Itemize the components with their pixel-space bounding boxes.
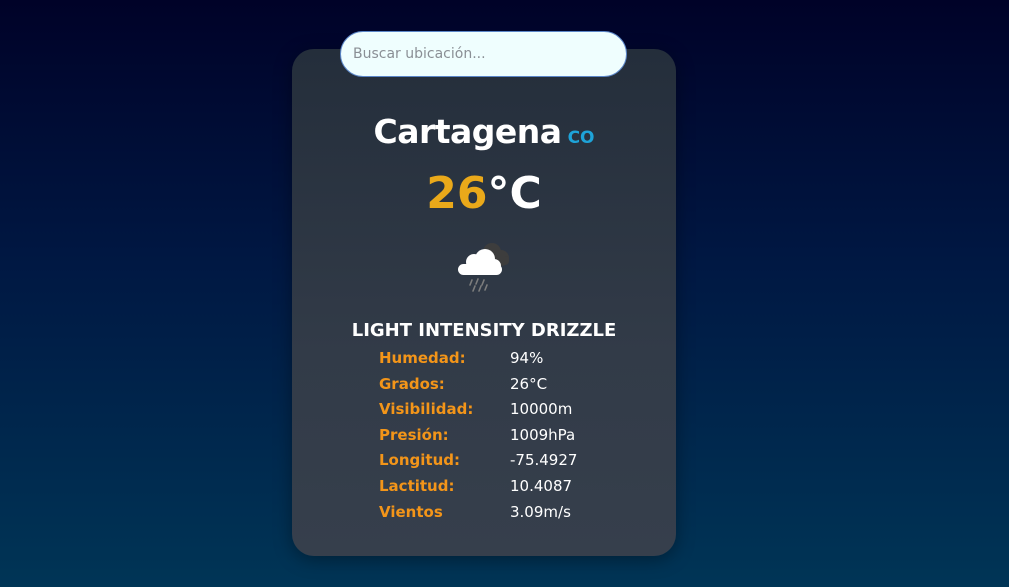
- temperature-value: 26: [426, 168, 488, 219]
- detail-label: Humedad:: [379, 349, 466, 367]
- detail-row-visibility: Visibilidad: 10000m: [379, 397, 639, 423]
- temperature-unit: °C: [487, 168, 542, 219]
- detail-row-wind: Vientos 3.09m/s: [379, 500, 639, 526]
- city-name: Cartagena: [373, 112, 562, 151]
- detail-value: 94%: [510, 349, 544, 367]
- detail-label: Grados:: [379, 374, 445, 393]
- location-header: Cartagena CO: [292, 112, 676, 151]
- detail-row-degrees: Grados: 26°C: [379, 372, 639, 398]
- weather-description: LIGHT INTENSITY DRIZZLE: [351, 320, 617, 341]
- detail-value: 3.09m/s: [510, 502, 571, 521]
- detail-value: 1009hPa: [510, 425, 576, 444]
- rain-cloud-icon: [452, 238, 516, 294]
- detail-label: Presión:: [379, 425, 449, 444]
- detail-label: Visibilidad:: [379, 400, 474, 419]
- detail-value: 10000m: [510, 400, 573, 419]
- weather-details-list: Humedad: 94% Grados: 26°C Visibilidad: 1…: [379, 346, 639, 525]
- detail-row-longitude: Longitud: -75.4927: [379, 448, 639, 474]
- detail-value: 10.4087: [510, 476, 573, 495]
- detail-value: -75.4927: [510, 451, 578, 470]
- detail-label: Vientos: [379, 502, 443, 521]
- detail-row-latitude: Lactitud: 10.4087: [379, 474, 639, 500]
- country-code: CO: [567, 128, 595, 148]
- detail-value: 26°C: [510, 374, 548, 393]
- temperature-display: 26°C: [292, 168, 676, 219]
- search-input[interactable]: [340, 31, 627, 77]
- detail-row-humidity: Humedad: 94%: [379, 346, 639, 372]
- detail-label: Longitud:: [379, 451, 461, 470]
- detail-row-pressure: Presión: 1009hPa: [379, 423, 639, 449]
- detail-label: Lactitud:: [379, 476, 455, 495]
